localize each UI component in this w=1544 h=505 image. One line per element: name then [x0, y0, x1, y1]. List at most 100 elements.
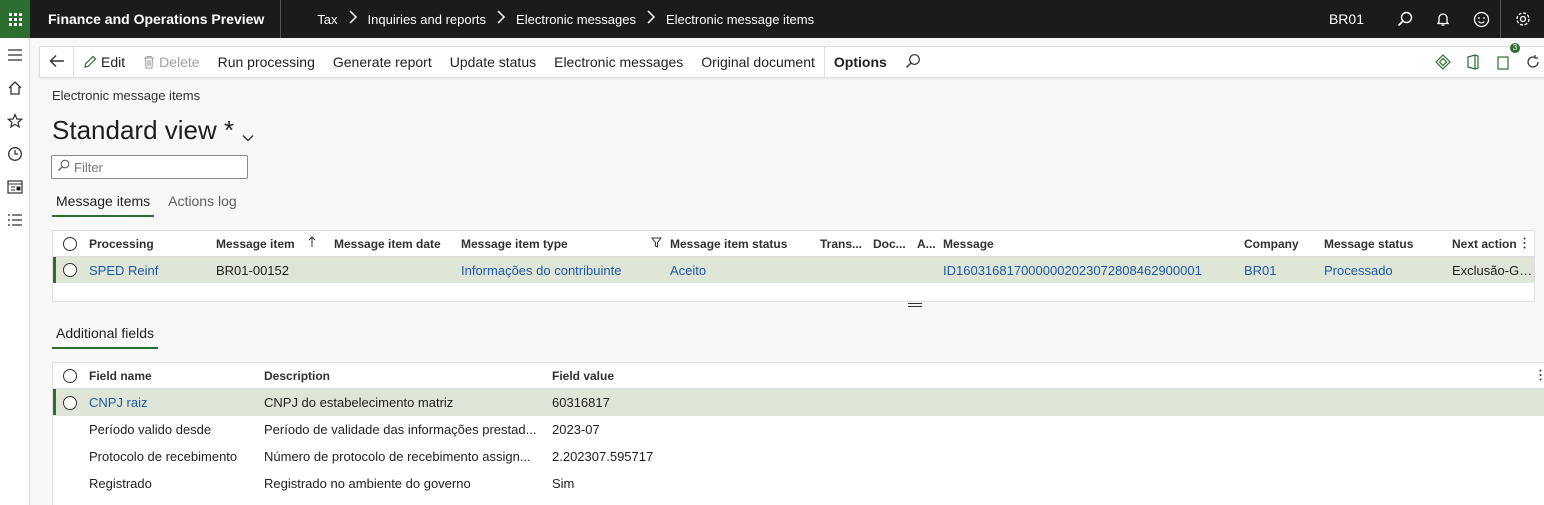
field-name-cell: Protocolo de recebimento: [89, 449, 238, 464]
search-icon: [905, 53, 921, 72]
tab-actions-log[interactable]: Actions log: [164, 190, 240, 217]
select-all-checkbox[interactable]: [53, 236, 87, 251]
refresh-icon[interactable]: [1518, 47, 1544, 77]
column-header-doc[interactable]: Doc...: [871, 237, 915, 251]
breadcrumb-item-inquiries[interactable]: Inquiries and reports: [368, 12, 487, 27]
grid-header: Field name Description Field value: [53, 363, 1544, 389]
company-link[interactable]: BR01: [1242, 263, 1322, 278]
column-header-message-item-status[interactable]: Message item status: [668, 237, 818, 251]
column-header-company[interactable]: Company: [1242, 237, 1322, 251]
message-item-status-link[interactable]: Aceito: [668, 263, 818, 278]
hamburger-menu-icon[interactable]: [0, 38, 30, 71]
row-select-checkbox[interactable]: [53, 263, 87, 277]
column-header-message[interactable]: Message: [941, 237, 1242, 251]
table-row[interactable]: Período valido desde Período de validade…: [53, 416, 1544, 443]
recent-clock-icon[interactable]: [0, 137, 30, 170]
breadcrumb-item-tax[interactable]: Tax: [317, 12, 337, 27]
power-apps-icon[interactable]: [1428, 47, 1458, 77]
column-header-field-name[interactable]: Field name: [87, 369, 262, 383]
column-header-message-item-date[interactable]: Message item date: [332, 237, 459, 251]
column-header-message-item-type[interactable]: Message item type: [459, 237, 668, 251]
column-header-processing[interactable]: Processing: [87, 237, 214, 251]
home-icon[interactable]: [0, 71, 30, 104]
attachments-count-badge: 3: [1510, 43, 1520, 53]
breadcrumb-item-electronic-messages[interactable]: Electronic messages: [516, 12, 636, 27]
edit-button[interactable]: Edit: [74, 47, 134, 77]
sort-ascending-icon: [308, 236, 316, 251]
update-status-button[interactable]: Update status: [441, 47, 545, 77]
chevron-right-icon: [348, 9, 358, 29]
electronic-messages-button[interactable]: Electronic messages: [545, 47, 692, 77]
bell-icon[interactable]: [1424, 0, 1462, 38]
chevron-right-icon: [496, 9, 506, 29]
action-search-button[interactable]: [896, 47, 930, 77]
description-cell: CNPJ do estabelecimento matriz: [264, 395, 454, 410]
view-selector[interactable]: Standard view *: [52, 112, 254, 149]
message-link[interactable]: ID1603168170000002023072808462900001: [941, 263, 1242, 278]
search-icon[interactable]: [1386, 0, 1424, 38]
filter-input[interactable]: [74, 159, 244, 175]
select-all-checkbox[interactable]: [53, 368, 87, 383]
more-vertical-icon[interactable]: [1523, 237, 1526, 252]
processing-link[interactable]: SPED Reinf: [87, 263, 214, 278]
column-header-a[interactable]: A...: [915, 237, 941, 251]
workspaces-icon[interactable]: [0, 170, 30, 203]
more-vertical-icon[interactable]: [1539, 369, 1542, 384]
attachments-icon[interactable]: 3: [1488, 43, 1520, 77]
field-value-cell: Sim: [552, 476, 575, 491]
app-title[interactable]: Finance and Operations Preview: [30, 0, 282, 38]
smiley-icon[interactable]: [1462, 0, 1500, 38]
table-row[interactable]: Protocolo de recebimento Número de proto…: [53, 443, 1544, 470]
tab-additional-fields[interactable]: Additional fields: [52, 322, 159, 349]
table-row[interactable]: CNPJ raiz CNPJ do estabelecimento matriz…: [53, 389, 1544, 416]
run-processing-button[interactable]: Run processing: [209, 47, 324, 77]
filter-box[interactable]: [51, 155, 248, 179]
arrow-left-icon: [49, 54, 65, 71]
message-item-type-label: Message item type: [461, 236, 568, 251]
left-navigation: [0, 38, 30, 505]
field-value-cell: 60316817: [552, 395, 610, 410]
field-name-cell: Registrado: [89, 476, 152, 491]
delete-label: Delete: [159, 54, 200, 70]
column-header-next-action[interactable]: Next action: [1450, 237, 1520, 251]
delete-button[interactable]: Delete: [134, 47, 208, 77]
office-icon[interactable]: [1458, 47, 1488, 77]
breadcrumb: Tax Inquiries and reports Electronic mes…: [281, 9, 820, 29]
filter-funnel-icon: [651, 237, 663, 251]
column-header-message-item[interactable]: Message item: [214, 236, 332, 251]
back-button[interactable]: [40, 47, 74, 77]
description-cell: Período de validade das informações pres…: [264, 422, 537, 437]
trash-icon: [143, 55, 155, 69]
pencil-icon: [83, 55, 97, 69]
message-item-cell: BR01-00152: [216, 262, 289, 278]
edit-label: Edit: [101, 54, 126, 70]
row-select-checkbox[interactable]: [53, 395, 87, 410]
column-header-trans[interactable]: Trans...: [818, 237, 871, 251]
pane-splitter[interactable]: [908, 301, 922, 311]
field-name-link[interactable]: CNPJ raiz: [87, 395, 262, 410]
tab-message-items[interactable]: Message items: [52, 190, 155, 217]
table-row[interactable]: SPED Reinf BR01-00152 Informações do con…: [53, 257, 1534, 283]
message-items-grid: Processing Message item Message item dat…: [52, 230, 1535, 302]
message-item-label: Message item: [216, 237, 295, 251]
gear-icon[interactable]: [1500, 0, 1544, 38]
view-title: Standard view *: [52, 115, 235, 145]
column-header-message-status[interactable]: Message status: [1322, 237, 1450, 251]
original-document-button[interactable]: Original document: [692, 47, 824, 77]
generate-report-button[interactable]: Generate report: [324, 47, 441, 77]
column-header-description[interactable]: Description: [262, 369, 550, 383]
message-item-type-link[interactable]: Informações do contribuinte: [459, 263, 668, 278]
message-status-link[interactable]: Processado: [1322, 263, 1450, 278]
search-icon: [57, 159, 70, 175]
favorites-star-icon[interactable]: [0, 104, 30, 137]
app-launcher-button[interactable]: [0, 0, 30, 38]
breadcrumb-item-current[interactable]: Electronic message items: [666, 12, 814, 27]
company-picker[interactable]: BR01: [1329, 11, 1364, 27]
column-header-field-value[interactable]: Field value: [550, 369, 750, 383]
description-cell: Registrado no ambiente do governo: [264, 476, 471, 491]
options-tab[interactable]: Options: [823, 47, 896, 77]
field-name-cell: Período valido desde: [89, 422, 212, 437]
chevron-down-icon: [242, 118, 254, 149]
modules-list-icon[interactable]: [0, 203, 30, 236]
table-row[interactable]: Registrado Registrado no ambiente do gov…: [53, 470, 1544, 497]
